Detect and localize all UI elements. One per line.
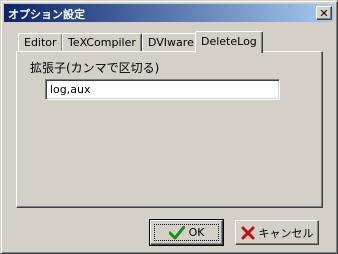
extensions-label: 拡張子(カンマで区切る) [30, 61, 160, 75]
focus-rect [154, 224, 219, 241]
cancel-button[interactable]: キャンセル [235, 220, 319, 245]
window-title: オプション設定 [8, 8, 85, 21]
tab-dviware[interactable]: DVIware [142, 33, 200, 52]
tab-deletelog[interactable]: DeleteLog [195, 31, 263, 53]
extensions-input[interactable] [45, 79, 280, 100]
tab-texcompiler[interactable]: TeXCompiler [62, 33, 142, 52]
ok-label: OK [188, 226, 205, 239]
check-icon [168, 225, 185, 239]
title-bar[interactable]: オプション設定 ✕ [4, 4, 334, 22]
close-button[interactable]: ✕ [316, 6, 332, 20]
cancel-label: キャンセル [258, 226, 314, 240]
tab-editor[interactable]: Editor [18, 33, 63, 52]
x-mark-icon [241, 226, 254, 239]
close-icon: ✕ [319, 6, 329, 20]
ok-button[interactable]: OK [149, 219, 224, 246]
